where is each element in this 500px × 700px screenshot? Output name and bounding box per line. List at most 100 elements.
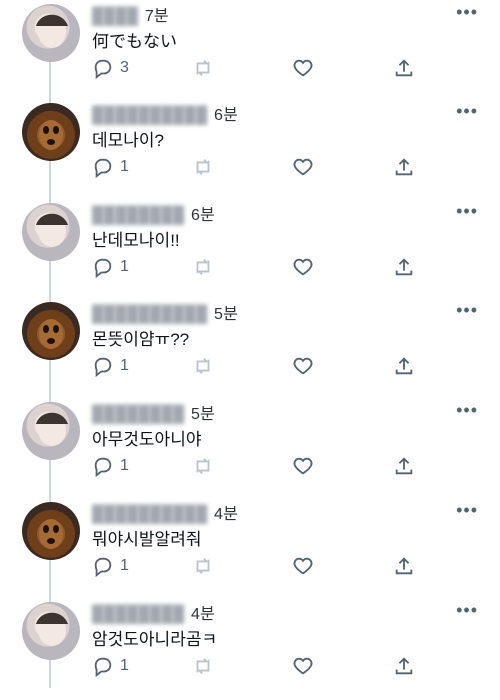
- reply-button[interactable]: 3: [92, 57, 129, 79]
- share-button[interactable]: [393, 655, 415, 677]
- like-button[interactable]: [292, 355, 314, 377]
- redacted-username: ██████████: [92, 107, 208, 124]
- more-dots-icon[interactable]: •••: [456, 201, 478, 222]
- tweet-meta: ████ 7분: [92, 2, 169, 26]
- tweet[interactable]: ██████████ 5분 ••• 몬뜻이얌ㅠ?? 1: [0, 300, 500, 400]
- share-button[interactable]: [393, 57, 415, 79]
- like-button[interactable]: [292, 57, 314, 79]
- redacted-username: ██████████: [92, 506, 208, 523]
- share-icon: [395, 158, 413, 176]
- tweet-actions: 3: [92, 57, 422, 81]
- tweet-text: 何でもない: [92, 32, 177, 51]
- like-button[interactable]: [292, 256, 314, 278]
- tweet-text: 몬뜻이얌ㅠ??: [92, 330, 190, 349]
- reply-button[interactable]: 1: [92, 455, 129, 477]
- tweet-meta: ██████████ 4분: [92, 500, 238, 524]
- share-button[interactable]: [393, 455, 415, 477]
- heart-icon: [293, 158, 313, 176]
- reply-button[interactable]: 1: [92, 156, 129, 178]
- tweet-meta: ████████ 6분: [92, 201, 215, 225]
- tweet-time: 5분: [214, 306, 239, 323]
- reply-button[interactable]: 1: [92, 256, 129, 278]
- share-icon: [395, 258, 413, 276]
- reply-count: 1: [120, 357, 129, 374]
- like-button[interactable]: [292, 156, 314, 178]
- tweet-time: 6분: [214, 107, 239, 124]
- more-dots-icon[interactable]: •••: [456, 400, 478, 421]
- heart-icon: [293, 59, 313, 77]
- share-icon: [395, 657, 413, 675]
- tweet-actions: 1: [92, 256, 422, 280]
- reply-button[interactable]: 1: [92, 655, 129, 677]
- avatar[interactable]: [22, 602, 80, 660]
- retweet-icon: [196, 358, 210, 374]
- reply-icon: [94, 258, 112, 278]
- tweet-time: 6분: [190, 207, 215, 224]
- tweet-meta: ████████ 5분: [92, 400, 215, 424]
- reply-button[interactable]: 1: [92, 355, 129, 377]
- avatar[interactable]: [22, 502, 80, 560]
- retweet-icon: [196, 458, 210, 474]
- share-icon: [395, 59, 413, 77]
- reply-button[interactable]: 1: [92, 555, 129, 577]
- tweet-text: 암것도아니라곰ㅋ: [92, 630, 218, 649]
- avatar[interactable]: [22, 203, 80, 261]
- share-button[interactable]: [393, 156, 415, 178]
- avatar[interactable]: [22, 302, 80, 360]
- retweet-button[interactable]: [192, 455, 214, 477]
- retweet-icon: [196, 159, 210, 175]
- reply-count: 1: [120, 657, 129, 674]
- avatar[interactable]: [22, 402, 80, 460]
- retweet-button[interactable]: [192, 355, 214, 377]
- tweet-text: 뭐야시발알려줘: [92, 530, 202, 549]
- retweet-icon: [196, 259, 210, 275]
- tweet[interactable]: ████████ 4분 ••• 암것도아니라곰ㅋ 1: [0, 600, 500, 700]
- share-button[interactable]: [393, 355, 415, 377]
- reply-count: 1: [120, 158, 129, 175]
- like-button[interactable]: [292, 455, 314, 477]
- like-button[interactable]: [292, 555, 314, 577]
- retweet-icon: [196, 558, 210, 574]
- tweet-actions: 1: [92, 156, 422, 180]
- retweet-button[interactable]: [192, 555, 214, 577]
- reply-count: 1: [120, 457, 129, 474]
- more-dots-icon[interactable]: •••: [456, 500, 478, 521]
- retweet-button[interactable]: [192, 256, 214, 278]
- more-dots-icon[interactable]: •••: [456, 2, 478, 23]
- share-icon: [395, 457, 413, 475]
- redacted-username: ████████: [92, 207, 185, 224]
- tweet-meta: ██████████ 6분: [92, 101, 238, 125]
- retweet-button[interactable]: [192, 57, 214, 79]
- reply-count: 3: [120, 59, 129, 76]
- more-dots-icon[interactable]: •••: [456, 101, 478, 122]
- tweet[interactable]: ██████████ 6분 ••• 데모나이? 1: [0, 101, 500, 201]
- share-button[interactable]: [393, 555, 415, 577]
- redacted-username: ████: [92, 8, 139, 25]
- retweet-icon: [196, 658, 210, 674]
- retweet-button[interactable]: [192, 156, 214, 178]
- share-button[interactable]: [393, 256, 415, 278]
- tweet-text: 아무것도아니야: [92, 430, 202, 449]
- tweet-time: 4분: [214, 506, 239, 523]
- heart-icon: [293, 657, 313, 675]
- reply-count: 1: [120, 258, 129, 275]
- avatar[interactable]: [22, 4, 80, 62]
- like-button[interactable]: [292, 655, 314, 677]
- heart-icon: [293, 457, 313, 475]
- tweet-time: 5분: [190, 406, 215, 423]
- tweet[interactable]: ██████████ 4분 ••• 뭐야시발알려줘 1: [0, 500, 500, 600]
- tweet-actions: 1: [92, 655, 422, 679]
- tweet-actions: 1: [92, 555, 422, 579]
- tweet-meta: ████████ 4분: [92, 600, 215, 624]
- tweet-actions: 1: [92, 455, 422, 479]
- tweet[interactable]: ████████ 6분 ••• 난데모나이!! 1: [0, 201, 500, 301]
- heart-icon: [293, 357, 313, 375]
- reply-icon: [94, 457, 112, 477]
- tweet[interactable]: ████████ 5분 ••• 아무것도아니야 1: [0, 400, 500, 500]
- retweet-button[interactable]: [192, 655, 214, 677]
- more-dots-icon[interactable]: •••: [456, 300, 478, 321]
- more-dots-icon[interactable]: •••: [456, 600, 478, 621]
- avatar[interactable]: [22, 103, 80, 161]
- tweet[interactable]: ████ 7분 ••• 何でもない 3: [0, 2, 500, 102]
- retweet-icon: [196, 60, 210, 76]
